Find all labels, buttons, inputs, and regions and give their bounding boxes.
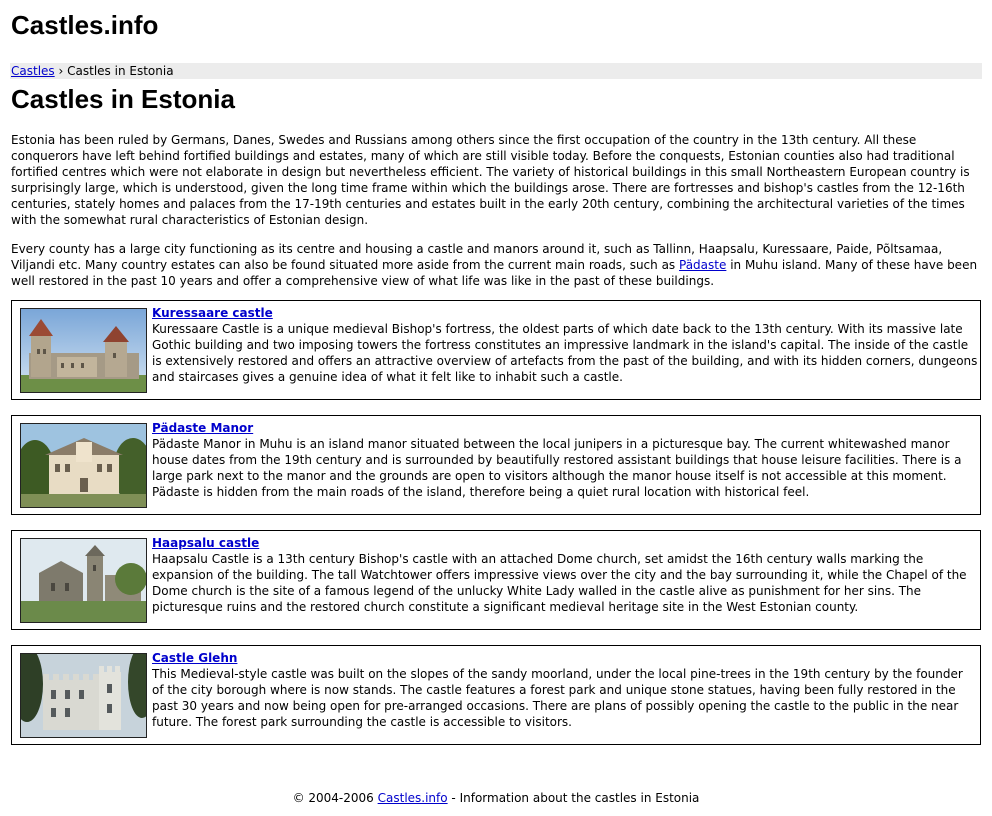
castle-card-kuressaare: Kuressaare castle Kuressaare Castle is a… [11,300,981,400]
haapsalu-castle-image [21,539,146,622]
padaste-manor-description: Pädaste Manor in Muhu is an island manor… [152,437,962,499]
padaste-manor-photo[interactable] [20,423,147,508]
castle-glehn-link[interactable]: Castle Glehn [152,650,237,666]
kuressaare-castle-link[interactable]: Kuressaare castle [152,305,273,321]
haapsalu-castle-description: Haapsalu Castle is a 13th century Bishop… [152,552,967,614]
castle-glehn-photo[interactable] [20,653,147,738]
castle-glehn-image [21,654,146,737]
castle-card-glehn: Castle Glehn This Medieval-style castle … [11,645,981,745]
breadcrumb-current: Castles in Estonia [67,64,174,78]
breadcrumb-separator: › [58,64,64,78]
breadcrumb: Castles › Castles in Estonia [10,63,982,79]
castle-card-padaste: Pädaste Manor Pädaste Manor in Muhu is a… [11,415,981,515]
intro-paragraph-2: Every county has a large city functionin… [11,241,981,289]
kuressaare-castle-photo[interactable] [20,308,147,393]
castle-glehn-description: This Medieval-style castle was built on … [152,667,963,729]
breadcrumb-home-link[interactable]: Castles [11,64,55,78]
haapsalu-castle-photo[interactable] [20,538,147,623]
padaste-manor-link[interactable]: Pädaste Manor [152,420,253,436]
footer-copyright: © 2004-2006 [292,791,378,805]
castle-card-haapsalu: Haapsalu castle Haapsalu Castle is a 13t… [11,530,981,630]
page-title: Castles in Estonia [11,84,235,114]
footer: © 2004-2006 Castles.info - Information a… [0,790,992,806]
haapsalu-castle-link[interactable]: Haapsalu castle [152,535,259,551]
padaste-manor-image [21,424,146,507]
footer-tagline: - Information about the castles in Eston… [447,791,700,805]
kuressaare-castle-image [21,309,146,392]
intro-paragraph-1: Estonia has been ruled by Germans, Danes… [11,133,970,227]
padaste-inline-link[interactable]: Pädaste [679,258,726,272]
kuressaare-castle-description: Kuressaare Castle is a unique medieval B… [152,322,978,384]
footer-home-link[interactable]: Castles.info [378,791,448,805]
site-title: Castles.info [11,10,159,40]
